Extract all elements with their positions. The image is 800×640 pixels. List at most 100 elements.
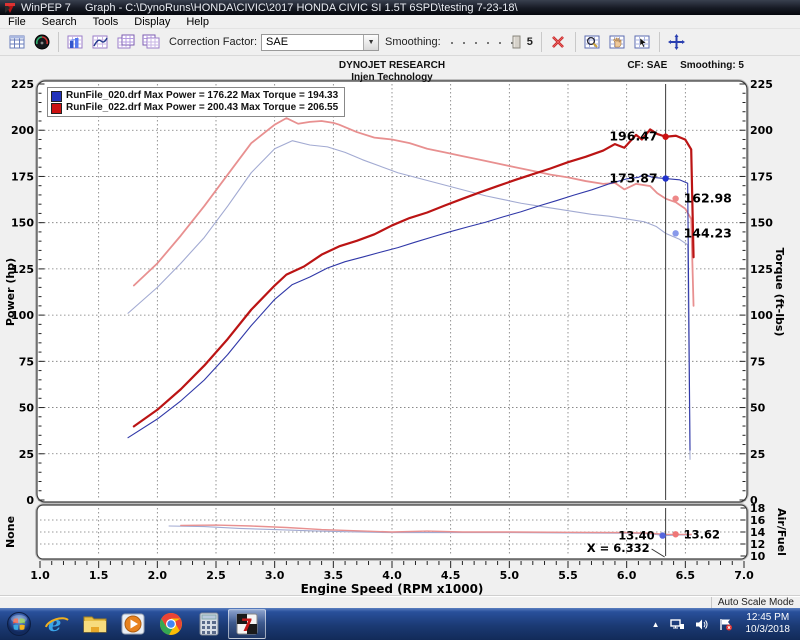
select-arrow-icon — [634, 34, 651, 50]
chevron-down-icon[interactable]: ▼ — [363, 35, 378, 50]
taskbar-winpep-active[interactable]: 7 — [228, 609, 266, 639]
title-bar: WinPEP 7 Graph - C:\DynoRuns\HONDA\CIVIC… — [0, 0, 800, 15]
data-grid-icon — [9, 34, 25, 50]
legend-text-run020: RunFile_020.drf Max Power = 176.22 Max T… — [66, 90, 338, 102]
pan-graph-button[interactable] — [605, 31, 630, 54]
graph-line-button[interactable] — [88, 31, 113, 54]
cursor-marker-13.62 — [672, 531, 678, 537]
chart-title: DYNOJET RESEARCH — [339, 60, 445, 72]
chart-subtitle: Injen Technology — [339, 72, 445, 84]
run020-swatch — [51, 91, 62, 102]
correction-factor-select[interactable]: SAE ▼ — [261, 34, 379, 51]
winpep-icon — [4, 2, 16, 14]
toolbar-separator — [541, 32, 542, 52]
data-grid-button[interactable] — [4, 31, 29, 54]
legend-box[interactable]: RunFile_020.drf Max Power = 176.22 Max T… — [47, 87, 345, 117]
smoothing-slider-track — [447, 34, 523, 50]
menu-help[interactable]: Help — [178, 16, 217, 28]
graph-overlay-button[interactable] — [113, 31, 138, 54]
chart-corner-info: CF: SAE Smoothing: 5 — [617, 60, 744, 71]
legend-row-run022[interactable]: RunFile_022.drf Max Power = 200.43 Max T… — [51, 102, 338, 114]
menu-display[interactable]: Display — [126, 16, 178, 28]
action-center-flag-icon[interactable] — [719, 618, 733, 631]
taskbar-media-player[interactable] — [114, 609, 152, 639]
speaker-icon[interactable] — [695, 618, 709, 631]
svg-text:7: 7 — [241, 616, 253, 636]
cf-readout: CF: SAE — [627, 60, 667, 71]
cursor-value-label: 196.47 — [609, 129, 657, 144]
cursor-tool-button[interactable] — [664, 31, 689, 54]
torque-tick-label: 200 — [750, 124, 773, 137]
taskbar-clock[interactable]: 12:45 PM 10/3/2018 — [746, 612, 791, 636]
cursor-value-label: 162.98 — [684, 191, 732, 206]
network-icon[interactable] — [670, 618, 685, 631]
graph-line-icon — [92, 34, 109, 50]
toolbar-separator — [659, 32, 660, 52]
pan-hand-icon — [609, 34, 626, 50]
smoothing-label: Smoothing: — [385, 36, 441, 48]
dyno-chart[interactable]: 1.01.52.02.53.03.54.04.55.05.56.06.57.00… — [0, 56, 800, 596]
select-run-button[interactable] — [630, 31, 655, 54]
smoothing-value: 5 — [527, 36, 533, 48]
graph-overlay-icon — [117, 34, 135, 50]
graph-multi-icon — [142, 34, 160, 50]
x-tick-label: 3.5 — [324, 569, 344, 582]
zoom-graph-button[interactable] — [580, 31, 605, 54]
power-tick-label: 50 — [19, 402, 35, 415]
menu-search[interactable]: Search — [34, 16, 85, 28]
cursor-x-label: X = 6.332 — [587, 541, 650, 555]
media-player-icon — [120, 611, 146, 637]
app-name: WinPEP 7 — [21, 2, 71, 14]
chrome-icon — [158, 611, 184, 637]
legend-row-run020[interactable]: RunFile_020.drf Max Power = 176.22 Max T… — [51, 90, 338, 102]
gauges-icon — [34, 34, 50, 50]
taskbar-calculator[interactable] — [190, 609, 228, 639]
graph-3d-icon — [67, 34, 84, 50]
status-bar: Auto Scale Mode — [0, 596, 800, 608]
menu-file[interactable]: File — [0, 16, 34, 28]
correction-factor-value: SAE — [262, 36, 363, 48]
x-tick-label: 6.0 — [617, 569, 637, 582]
x-axis-title: Engine Speed (RPM x1000) — [301, 582, 484, 596]
start-button[interactable] — [0, 609, 38, 639]
af-tick-label: 16 — [750, 514, 766, 527]
graph-multi-button[interactable] — [138, 31, 163, 54]
taskbar-explorer[interactable] — [76, 609, 114, 639]
cursor-value-label: 144.23 — [684, 225, 732, 240]
af-axis-title: Air/Fuel — [775, 508, 788, 556]
graph-3d-button[interactable] — [63, 31, 88, 54]
x-tick-label: 2.5 — [206, 569, 226, 582]
scale-mode-status: Auto Scale Mode — [711, 597, 800, 608]
toolbar-separator — [58, 32, 59, 52]
cursor-marker-13.40 — [659, 532, 665, 538]
system-tray: ▲ 12:45 PM 10/3/2018 — [647, 608, 800, 640]
clear-red-x-icon — [550, 34, 566, 50]
power-tick-label: 175 — [11, 170, 34, 183]
svg-text:e: e — [48, 611, 61, 636]
power-tick-label: 25 — [19, 448, 34, 461]
smoothing-slider[interactable] — [447, 34, 523, 50]
taskbar-internet-explorer[interactable]: e — [38, 609, 76, 639]
af-tick-label: 12 — [750, 538, 765, 551]
winpep-app-icon: 7 — [235, 612, 259, 636]
legend-text-run022: RunFile_022.drf Max Power = 200.43 Max T… — [66, 102, 338, 114]
menu-tools[interactable]: Tools — [85, 16, 127, 28]
taskbar-chrome[interactable] — [152, 609, 190, 639]
af-tick-label: 10 — [750, 550, 766, 563]
af-left-axis-title: None — [4, 516, 17, 548]
x-tick-label: 5.0 — [500, 569, 520, 582]
cursor-value-label: 13.62 — [684, 527, 720, 541]
hidden-icons-arrow[interactable]: ▲ — [652, 620, 660, 629]
menu-bar: File Search Tools Display Help — [0, 15, 800, 29]
torque-tick-label: 175 — [750, 170, 773, 183]
internet-explorer-icon: e — [44, 611, 70, 637]
graph-client-area: 1.01.52.02.53.03.54.04.55.05.56.06.57.00… — [0, 56, 800, 596]
gauges-button[interactable] — [29, 31, 54, 54]
torque-tick-label: 25 — [750, 448, 765, 461]
x-tick-label: 6.5 — [676, 569, 696, 582]
main-toolbar: Correction Factor: SAE ▼ Smoothing: 5 — [0, 29, 800, 56]
zoom-graph-icon — [584, 34, 601, 50]
clear-graphs-button[interactable] — [546, 31, 571, 54]
x-tick-label: 4.0 — [382, 569, 402, 582]
chart-header: DYNOJET RESEARCH Injen Technology — [339, 60, 445, 84]
